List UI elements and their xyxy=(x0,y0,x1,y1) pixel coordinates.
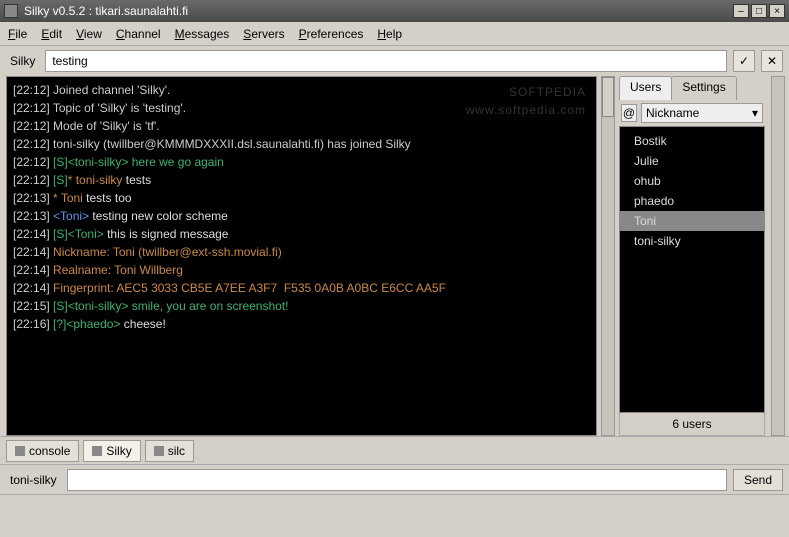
topic-accept-button[interactable]: ✓ xyxy=(733,50,755,72)
sort-label: Nickname xyxy=(646,106,699,120)
topic-cancel-button[interactable]: ✕ xyxy=(761,50,783,72)
tab-settings[interactable]: Settings xyxy=(671,76,736,100)
side-scrollbar[interactable] xyxy=(771,76,785,436)
sort-dropdown[interactable]: Nickname ▾ xyxy=(641,103,763,123)
input-nick-label: toni-silky xyxy=(6,473,61,487)
channel-icon xyxy=(154,446,164,456)
chat-line: [22:12] Mode of 'Silky' is 'tf'. xyxy=(13,117,590,135)
console-icon xyxy=(15,446,25,456)
app-icon xyxy=(4,4,18,18)
channel-tab-console[interactable]: console xyxy=(6,440,79,462)
menubar: File Edit View Channel Messages Servers … xyxy=(0,22,789,46)
chat-line: [22:15] [S]<toni-silky> smile, you are o… xyxy=(13,297,590,315)
menu-edit[interactable]: Edit xyxy=(41,27,62,41)
message-input[interactable] xyxy=(67,469,727,491)
channel-tab-silky[interactable]: Silky xyxy=(83,440,140,462)
minimize-button[interactable]: – xyxy=(733,4,749,18)
nick-item[interactable]: Julie xyxy=(620,151,764,171)
menu-channel[interactable]: Channel xyxy=(116,27,161,41)
menu-messages[interactable]: Messages xyxy=(175,27,230,41)
nick-item[interactable]: phaedo xyxy=(620,191,764,211)
chat-line: [22:14] [S]<Toni> this is signed message xyxy=(13,225,590,243)
tab-users[interactable]: Users xyxy=(619,76,672,100)
check-icon: ✓ xyxy=(739,54,749,68)
window-title: Silky v0.5.2 : tikari.saunalahti.fi xyxy=(24,4,733,18)
maximize-button[interactable]: □ xyxy=(751,4,767,18)
channel-icon xyxy=(92,446,102,456)
chat-log: SOFTPEDIA www.softpedia.com [22:12] Join… xyxy=(6,76,597,436)
send-button[interactable]: Send xyxy=(733,469,783,491)
chevron-down-icon: ▾ xyxy=(752,106,758,120)
topic-label: Silky xyxy=(6,54,39,68)
menu-help[interactable]: Help xyxy=(377,27,402,41)
close-button[interactable]: × xyxy=(769,4,785,18)
chat-line: [22:13] <Toni> testing new color scheme xyxy=(13,207,590,225)
chat-scrollbar[interactable] xyxy=(601,76,615,436)
menu-servers[interactable]: Servers xyxy=(243,27,284,41)
status-bar xyxy=(0,494,789,514)
nick-item[interactable]: Toni xyxy=(620,211,764,231)
menu-file[interactable]: File xyxy=(8,27,27,41)
topic-input[interactable] xyxy=(45,50,727,72)
topic-row: Silky ✓ ✕ xyxy=(0,46,789,76)
user-count: 6 users xyxy=(619,413,765,436)
input-row: toni-silky Send xyxy=(0,464,789,494)
nick-list: BostikJulieohubphaedoTonitoni-silky xyxy=(619,126,765,413)
sort-mode-button[interactable]: @ xyxy=(621,104,637,122)
channel-tab-bar: console Silky silc xyxy=(0,436,789,464)
nick-item[interactable]: toni-silky xyxy=(620,231,764,251)
chat-line: [22:12] toni-silky (twillber@KMMMDXXXII.… xyxy=(13,135,590,153)
chat-line: [22:14] Fingerprint: AEC5 3033 CB5E A7EE… xyxy=(13,279,590,297)
chat-line: [22:14] Nickname: Toni (twillber@ext-ssh… xyxy=(13,243,590,261)
nick-item[interactable]: ohub xyxy=(620,171,764,191)
chat-line: [22:12] [S]* toni-silky tests xyxy=(13,171,590,189)
channel-tab-silc[interactable]: silc xyxy=(145,440,194,462)
chat-line: [22:14] Realname: Toni Willberg xyxy=(13,261,590,279)
nick-item[interactable]: Bostik xyxy=(620,131,764,151)
menu-view[interactable]: View xyxy=(76,27,102,41)
chat-line: [22:16] [?]<phaedo> cheese! xyxy=(13,315,590,333)
menu-preferences[interactable]: Preferences xyxy=(299,27,364,41)
close-icon: ✕ xyxy=(767,54,777,68)
watermark: SOFTPEDIA www.softpedia.com xyxy=(466,83,586,119)
scrollbar-thumb[interactable] xyxy=(602,77,614,117)
chat-line: [22:12] [S]<toni-silky> here we go again xyxy=(13,153,590,171)
chat-line: [22:13] * Toni tests too xyxy=(13,189,590,207)
window-titlebar: Silky v0.5.2 : tikari.saunalahti.fi – □ … xyxy=(0,0,789,22)
